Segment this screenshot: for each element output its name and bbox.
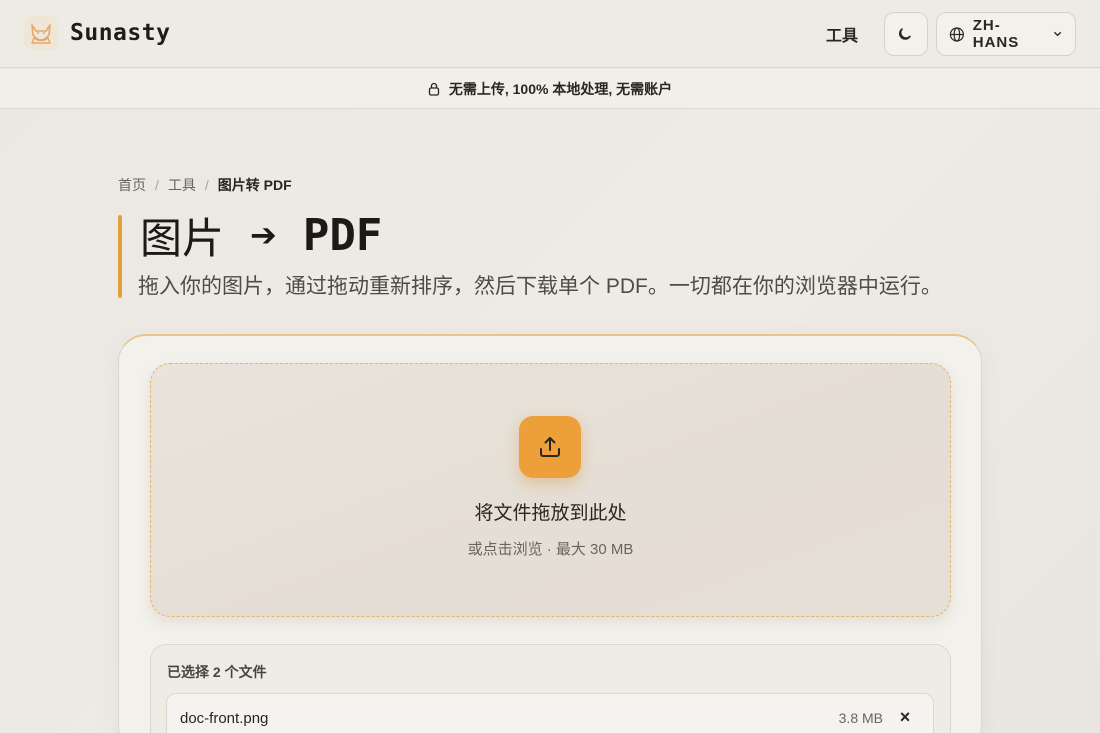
privacy-notice-text: 无需上传, 100% 本地处理, 无需账户 bbox=[448, 80, 673, 97]
moon-icon bbox=[898, 28, 911, 40]
top-header: Sunasty 工具 ZH-HANS bbox=[0, 0, 1100, 68]
dropzone-hint[interactable]: 或点击浏览 · 最大 30 MB bbox=[150, 538, 951, 559]
page-title-source: 图片 bbox=[140, 213, 225, 263]
title-accent-bar bbox=[118, 215, 122, 298]
nav-tools-link[interactable]: 工具 bbox=[826, 22, 858, 46]
theme-toggle-button[interactable] bbox=[884, 12, 928, 56]
breadcrumb-tools[interactable]: 工具 bbox=[168, 175, 196, 195]
page-title-target: PDF bbox=[302, 209, 383, 261]
privacy-notice-bar: 无需上传, 100% 本地处理, 无需账户 bbox=[0, 69, 1100, 109]
upload-arrow-icon bbox=[540, 437, 560, 457]
file-size: 3.8 MB bbox=[838, 710, 883, 726]
file-name: doc-front.png bbox=[180, 710, 269, 727]
globe-icon bbox=[949, 26, 964, 42]
fox-logo-icon bbox=[24, 16, 58, 50]
breadcrumb-separator: / bbox=[204, 177, 209, 193]
file-dropzone[interactable] bbox=[150, 363, 951, 617]
upload-icon[interactable] bbox=[519, 416, 581, 478]
breadcrumb-current: 图片转 PDF bbox=[217, 177, 292, 193]
page-title: 图片 ➔ PDF bbox=[140, 207, 382, 263]
language-label: ZH-HANS bbox=[972, 17, 1020, 51]
chevron-down-icon bbox=[1053, 31, 1061, 37]
dropzone-title: 将文件拖放到此处 bbox=[474, 502, 627, 524]
arrow-right-icon: ➔ bbox=[250, 217, 277, 253]
language-select[interactable]: ZH-HANS bbox=[936, 12, 1076, 56]
brand[interactable]: Sunasty bbox=[24, 16, 170, 50]
file-row[interactable]: doc-front.png 3.8 MB × bbox=[166, 693, 934, 733]
breadcrumb: 首页 / 工具 / 图片转 PDF bbox=[118, 175, 292, 195]
lock-icon bbox=[428, 82, 440, 96]
breadcrumb-separator: / bbox=[155, 177, 159, 193]
page-subtitle: 拖入你的图片，通过拖动重新排序，然后下载单个 PDF。一切都在你的浏览器中运行。 bbox=[138, 275, 942, 298]
remove-file-button[interactable]: × bbox=[895, 707, 915, 729]
brand-name: Sunasty bbox=[70, 20, 171, 46]
selected-files-heading: 已选择 2 个文件 bbox=[167, 664, 267, 680]
breadcrumb-home[interactable]: 首页 bbox=[118, 175, 146, 195]
